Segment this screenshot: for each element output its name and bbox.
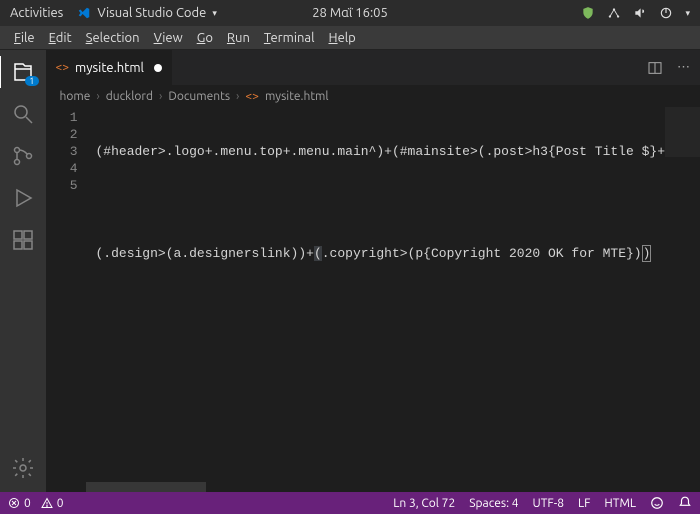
activity-bar: 1 [0,50,46,492]
menu-selection[interactable]: Selection [80,29,146,47]
app-menu-bar: File Edit Selection View Go Run Terminal… [0,26,700,50]
menu-terminal[interactable]: Terminal [258,29,321,47]
chevron-down-icon[interactable]: ▾ [685,8,690,19]
app-menu[interactable]: Visual Studio Code ▾ [77,6,217,20]
vscode-icon [77,6,91,20]
warning-icon [41,497,53,509]
settings-gear-icon[interactable] [11,456,35,480]
code-content[interactable]: (#header>.logo+.menu.top+.menu.main^)+(#… [96,107,666,492]
split-editor-icon[interactable] [647,60,663,76]
clock[interactable]: 28 Μαΐ 16:05 [312,6,388,20]
line-gutter: 1 2 3 4 5 [46,107,96,492]
crumb[interactable]: ducklord [106,90,153,103]
status-feedback-icon[interactable] [650,496,664,510]
status-language[interactable]: HTML [604,497,636,510]
status-errors[interactable]: 0 [8,497,31,510]
status-encoding[interactable]: UTF-8 [533,497,564,510]
crumb[interactable]: Documents [168,90,230,103]
menu-help[interactable]: Help [323,29,362,47]
crumb[interactable]: home [60,90,91,103]
volume-icon[interactable] [633,6,647,20]
editor-area: <> mysite.html ⋯ home › ducklord › Docum… [46,50,700,492]
status-indent[interactable]: Spaces: 4 [469,497,518,510]
status-warnings[interactable]: 0 [41,497,64,510]
activities-button[interactable]: Activities [10,6,63,20]
tab-mysite[interactable]: <> mysite.html [46,50,173,85]
shield-icon[interactable] [581,6,595,20]
menu-file[interactable]: File [8,29,41,47]
run-debug-icon[interactable] [11,186,35,210]
explorer-icon[interactable]: 1 [11,60,35,84]
power-icon[interactable] [659,6,673,20]
chevron-down-icon: ▾ [212,8,217,19]
more-actions-icon[interactable]: ⋯ [677,60,690,76]
status-bar: 0 0 Ln 3, Col 72 Spaces: 4 UTF-8 LF HTML [0,492,700,514]
extensions-icon[interactable] [11,228,35,252]
html-file-icon: <> [245,90,259,103]
chevron-right-icon: › [159,90,162,103]
source-control-icon[interactable] [11,144,35,168]
chevron-right-icon: › [236,90,239,103]
crumb[interactable]: mysite.html [265,90,329,103]
dirty-indicator-icon [154,64,162,72]
menu-view[interactable]: View [148,29,189,47]
tab-bar: <> mysite.html ⋯ [46,50,700,85]
status-notifications-icon[interactable] [678,496,692,510]
horizontal-scrollbar[interactable] [86,482,206,492]
status-cursor-position[interactable]: Ln 3, Col 72 [393,497,455,510]
menu-go[interactable]: Go [191,29,219,47]
explorer-badge: 1 [25,76,39,86]
chevron-right-icon: › [96,90,99,103]
app-name-label: Visual Studio Code [97,6,206,20]
code-editor[interactable]: 1 2 3 4 5 (#header>.logo+.menu.top+.menu… [46,107,700,492]
html-file-icon: <> [56,61,70,74]
menu-run[interactable]: Run [221,29,256,47]
minimap[interactable] [665,107,700,492]
tab-label: mysite.html [75,61,144,75]
main-area: 1 <> mysite.html [0,50,700,492]
search-icon[interactable] [11,102,35,126]
error-icon [8,497,20,509]
breadcrumbs[interactable]: home › ducklord › Documents › <> mysite.… [46,85,700,107]
network-icon[interactable] [607,6,621,20]
status-eol[interactable]: LF [578,497,590,510]
minimap-viewport[interactable] [665,107,700,157]
gnome-top-bar: Activities Visual Studio Code ▾ 28 Μαΐ 1… [0,0,700,26]
menu-edit[interactable]: Edit [43,29,78,47]
